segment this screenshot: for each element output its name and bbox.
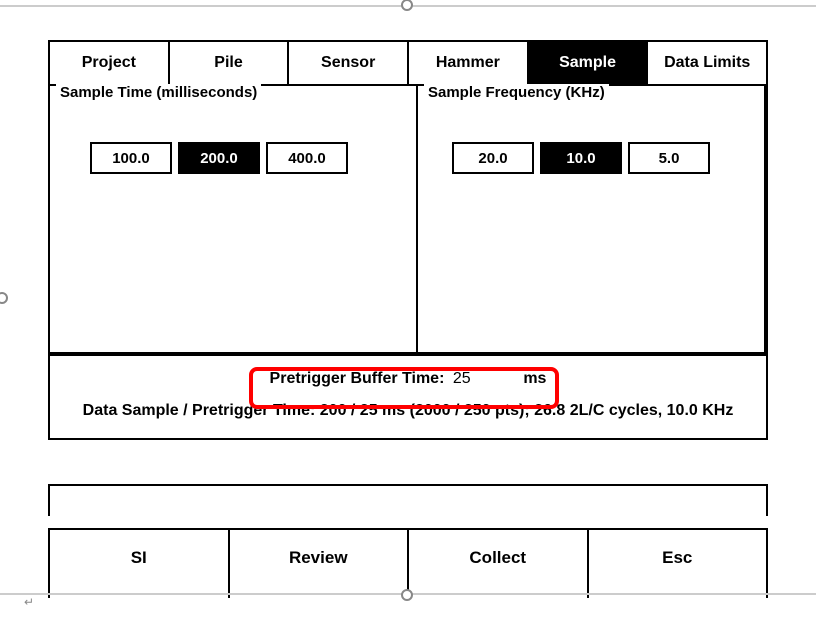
main-panel: Project Pile Sensor Hammer Sample Data L… bbox=[48, 40, 768, 440]
tab-bar: Project Pile Sensor Hammer Sample Data L… bbox=[50, 42, 766, 86]
sample-time-option-100[interactable]: 100.0 bbox=[90, 142, 172, 174]
group-sample-frequency-label: Sample Frequency (KHz) bbox=[424, 84, 609, 101]
tab-project[interactable]: Project bbox=[50, 42, 170, 86]
data-sample-summary: Data Sample / Pretrigger Time: 200 / 25 … bbox=[50, 398, 766, 438]
pretrigger-label: Pretrigger Buffer Time: bbox=[270, 370, 445, 387]
tab-sample[interactable]: Sample bbox=[529, 42, 649, 86]
sample-time-option-200[interactable]: 200.0 bbox=[178, 142, 260, 174]
tab-content: Sample Time (milliseconds) 100.0 200.0 4… bbox=[50, 86, 766, 438]
si-button[interactable]: SI bbox=[48, 528, 228, 598]
bottom-button-row: SI Review Collect Esc bbox=[48, 528, 768, 598]
pretrigger-row: Pretrigger Buffer Time: 25 ms bbox=[50, 354, 766, 398]
review-button[interactable]: Review bbox=[228, 528, 408, 598]
resize-handle-top-icon bbox=[401, 0, 413, 11]
pretrigger-unit: ms bbox=[523, 370, 546, 387]
collect-button[interactable]: Collect bbox=[407, 528, 587, 598]
sample-freq-option-5[interactable]: 5.0 bbox=[628, 142, 710, 174]
group-sample-time-label: Sample Time (milliseconds) bbox=[56, 84, 261, 101]
sample-freq-option-10[interactable]: 10.0 bbox=[540, 142, 622, 174]
sample-time-option-400[interactable]: 400.0 bbox=[266, 142, 348, 174]
tab-data-limits[interactable]: Data Limits bbox=[648, 42, 766, 86]
resize-handle-left-icon bbox=[0, 292, 8, 304]
tab-hammer[interactable]: Hammer bbox=[409, 42, 529, 86]
resize-handle-bottom-icon bbox=[401, 589, 413, 601]
group-sample-time: Sample Time (milliseconds) 100.0 200.0 4… bbox=[48, 84, 418, 354]
esc-button[interactable]: Esc bbox=[587, 528, 769, 598]
sample-freq-option-20[interactable]: 20.0 bbox=[452, 142, 534, 174]
group-sample-frequency: Sample Frequency (KHz) 20.0 10.0 5.0 bbox=[416, 84, 766, 354]
tab-pile[interactable]: Pile bbox=[170, 42, 290, 86]
pretrigger-input[interactable]: 25 bbox=[449, 370, 519, 388]
spacer-panel bbox=[48, 484, 768, 516]
paragraph-mark-icon: ↵ bbox=[24, 595, 34, 609]
tab-sensor[interactable]: Sensor bbox=[289, 42, 409, 86]
